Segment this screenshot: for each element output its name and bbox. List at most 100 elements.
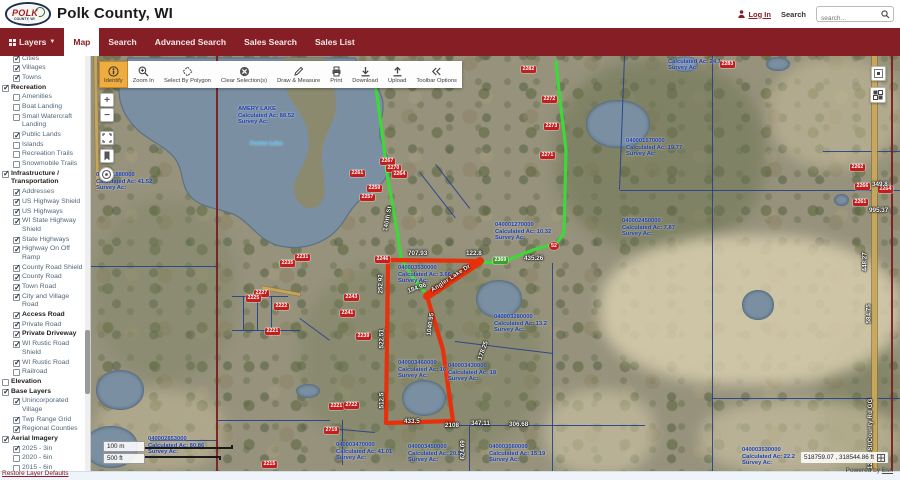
login-link[interactable]: Log In [738, 10, 771, 19]
layer-checkbox[interactable] [13, 417, 20, 424]
coordinate-settings-icon[interactable] [877, 454, 885, 462]
layer-item[interactable]: Small Watercraft Landing [2, 112, 84, 130]
layer-item[interactable]: Public Lands [2, 131, 84, 141]
layer-item[interactable]: Amenities [2, 93, 84, 103]
scrollbar-thumb[interactable] [85, 330, 90, 394]
nav-search[interactable]: Search [99, 28, 145, 56]
layer-item[interactable]: Highway On Off Ramp [2, 245, 84, 263]
layer-checkbox[interactable] [13, 265, 20, 272]
layer-checkbox[interactable] [13, 218, 20, 225]
layer-item[interactable]: Regional Counties [2, 425, 84, 435]
layer-item[interactable]: Recreation Trails [2, 150, 84, 160]
layer-checkbox[interactable] [2, 379, 9, 386]
layer-checkbox[interactable] [13, 199, 20, 206]
zoom-in-button[interactable]: Zoom In [128, 61, 159, 88]
layer-checkbox[interactable] [13, 246, 20, 253]
layer-checkbox[interactable] [13, 104, 20, 111]
layer-checkbox[interactable] [13, 446, 20, 453]
layer-checkbox[interactable] [13, 274, 20, 281]
layer-item[interactable]: Town Road [2, 283, 84, 293]
layer-item[interactable]: Islands [2, 140, 84, 150]
layer-item[interactable]: Private Driveway [2, 330, 84, 340]
layer-item[interactable]: County Road [2, 273, 84, 283]
layer-checkbox[interactable] [13, 209, 20, 216]
layer-item[interactable]: Addresses [2, 188, 84, 198]
basemap-gallery-button[interactable] [870, 87, 886, 103]
layer-item[interactable]: Base Layers [2, 387, 84, 397]
select-by-polygon-button[interactable]: Select By Polygon [159, 61, 216, 88]
search-icon[interactable] [881, 10, 890, 19]
layer-checkbox[interactable] [13, 398, 20, 405]
nav-sales-list[interactable]: Sales List [306, 28, 364, 56]
zoom-in-control[interactable]: + [100, 93, 114, 107]
zoom-out-control[interactable]: − [100, 108, 114, 122]
layer-checkbox[interactable] [2, 85, 9, 92]
layer-checkbox[interactable] [13, 56, 20, 63]
upload-button[interactable]: Upload [383, 61, 411, 88]
layer-checkbox[interactable] [13, 65, 20, 72]
layer-checkbox[interactable] [13, 341, 20, 348]
nav-advanced-search[interactable]: Advanced Search [146, 28, 235, 56]
layer-item[interactable]: 2020 - 6in [2, 454, 84, 464]
layer-checkbox[interactable] [2, 436, 9, 443]
layer-item[interactable]: Infrastructure / Transportation [2, 169, 84, 187]
layer-item[interactable]: Recreation [2, 83, 84, 93]
draw-measure-button[interactable]: Draw & Measure [272, 61, 325, 88]
layer-item[interactable]: Private Road [2, 320, 84, 330]
map-canvas[interactable]: AMERY LAKE Calculated Ac: 88.52 Survey A… [91, 56, 900, 471]
layer-checkbox[interactable] [13, 360, 20, 367]
identify-button[interactable]: Identify [99, 61, 128, 88]
layer-checkbox[interactable] [2, 389, 9, 396]
layer-checkbox[interactable] [13, 331, 20, 338]
layer-item[interactable]: Towns [2, 73, 84, 83]
layer-checkbox[interactable] [13, 142, 20, 149]
full-extent-button[interactable] [100, 131, 114, 145]
header-search-link[interactable]: Search [781, 10, 806, 19]
overview-map-button[interactable] [871, 66, 886, 81]
layer-item[interactable]: Unincorporated Village [2, 397, 84, 415]
nav-sales-search[interactable]: Sales Search [235, 28, 306, 56]
download-button[interactable]: Download [347, 61, 383, 88]
layer-item[interactable]: Villages [2, 64, 84, 74]
layer-checkbox[interactable] [13, 284, 20, 291]
layer-checkbox[interactable] [13, 322, 20, 329]
layer-checkbox[interactable] [13, 426, 20, 433]
restore-layer-defaults-link[interactable]: Restore Layer Defaults [2, 470, 68, 477]
layer-checkbox[interactable] [13, 294, 20, 301]
layer-item[interactable]: Aerial Imagery [2, 435, 84, 445]
layer-checkbox[interactable] [13, 132, 20, 139]
nav-layers[interactable]: Layers ▼ [0, 28, 64, 56]
layer-item[interactable]: Access Road [2, 311, 84, 321]
layer-item[interactable]: Cities [2, 56, 84, 64]
print-button[interactable]: Print [325, 61, 347, 88]
layer-item[interactable]: WI State Highway Shield [2, 217, 84, 235]
layer-checkbox[interactable] [2, 171, 9, 178]
layer-item[interactable]: US Highways [2, 207, 84, 217]
layer-checkbox[interactable] [13, 455, 20, 462]
clear-selections-button[interactable]: Clear Selection(s) [216, 61, 272, 88]
layer-item[interactable]: State Highways [2, 235, 84, 245]
toolbar-options-button[interactable]: Toolbar Options [411, 61, 462, 88]
layer-checkbox[interactable] [13, 312, 20, 319]
layer-checkbox[interactable] [13, 189, 20, 196]
layer-item[interactable]: WI Rustic Road Shield [2, 340, 84, 358]
layer-item[interactable]: Snowmobile Trails [2, 160, 84, 170]
layer-item[interactable]: County Road Shield [2, 263, 84, 273]
layer-checkbox[interactable] [13, 94, 20, 101]
layer-item[interactable]: WI Rustic Road [2, 358, 84, 368]
layer-checkbox[interactable] [13, 114, 20, 121]
layer-item[interactable]: City and Village Road [2, 292, 84, 310]
layer-item[interactable]: 2025 - 3in [2, 444, 84, 454]
layer-checkbox[interactable] [13, 161, 20, 168]
sidebar-scrollbar[interactable] [85, 56, 90, 471]
layer-item[interactable]: Twp Range Grid [2, 415, 84, 425]
layer-item[interactable]: Boat Landing [2, 102, 84, 112]
layer-item[interactable]: Elevation [2, 377, 84, 387]
bookmark-button[interactable] [100, 149, 114, 163]
layer-checkbox[interactable] [13, 151, 20, 158]
layer-item[interactable]: Railroad [2, 368, 84, 378]
layer-item[interactable]: US Highway Shield [2, 197, 84, 207]
esri-link[interactable]: Esri [882, 467, 893, 474]
layer-checkbox[interactable] [13, 237, 20, 244]
locate-button[interactable] [99, 167, 114, 182]
